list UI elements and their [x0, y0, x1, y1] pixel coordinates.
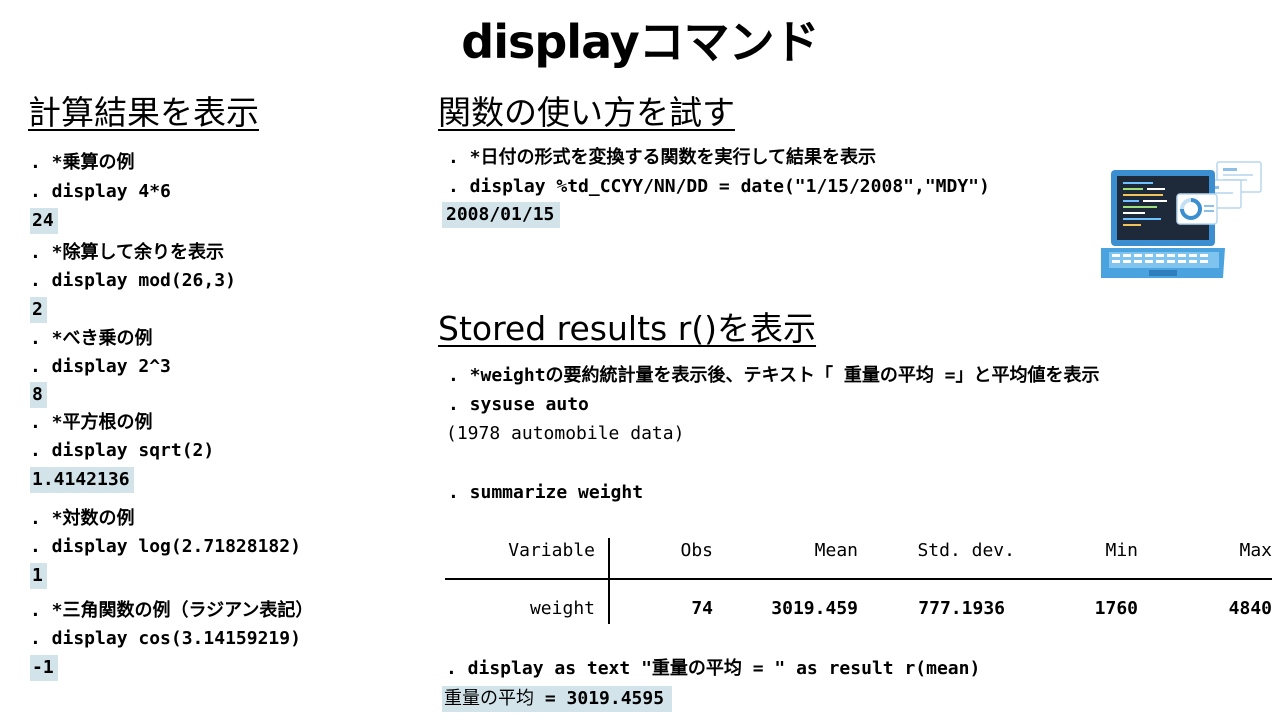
code-line: . *対数の例 [30, 508, 135, 529]
code-line: . *平方根の例 [30, 412, 153, 433]
code-line: . display %td_CCYY/NN/DD = date("1/15/20… [448, 176, 990, 197]
code-line: . display 4*6 [30, 181, 171, 202]
output-line: 2 [30, 297, 47, 323]
table-header: Min [1105, 540, 1138, 561]
output-line: 1 [30, 563, 47, 589]
code-line: . *weightの要約統計量を表示後、テキスト「 重量の平均 =」と平均値を表… [448, 365, 1100, 386]
code-line: . display mod(26,3) [30, 270, 236, 291]
page-title: displayコマンド [461, 15, 819, 69]
display-result-label: 重量の平均 [444, 688, 545, 709]
code-line: . display log(2.71828182) [30, 536, 301, 557]
code-line: . *除算して余りを表示 [30, 242, 224, 263]
code-line: . sysuse auto [448, 394, 589, 415]
code-line: . *べき乗の例 [30, 328, 153, 349]
table-cell: 777.1936 [918, 598, 1005, 619]
stored-section-heading: Stored results r()を表示 [438, 309, 817, 348]
table-cell: 1760 [1094, 598, 1138, 619]
code-line: . *日付の形式を変換する関数を実行して結果を表示 [448, 147, 876, 168]
summary-table: Variable Obs Mean Std. dev. Min Max weig… [445, 532, 1275, 628]
code-line: . display 2^3 [30, 356, 171, 377]
output-line: 1.4142136 [30, 467, 134, 493]
code-line: . display cos(3.14159219) [30, 628, 301, 649]
output-line: 24 [30, 208, 58, 234]
table-header: Max [1239, 540, 1272, 561]
table-divider [445, 578, 1272, 580]
sysuse-note: (1978 automobile data) [446, 423, 685, 444]
laptop-icon [1101, 161, 1262, 278]
table-divider [608, 538, 610, 624]
table-cell: 74 [691, 598, 713, 619]
output-line: 2008/01/15 [442, 202, 561, 228]
table-header: Variable [508, 540, 595, 561]
display-result: 重量の平均 = 3019.4595 [442, 686, 673, 712]
table-header: Obs [680, 540, 713, 561]
calc-section-heading: 計算結果を表示 [28, 93, 259, 132]
table-cell: 3019.459 [771, 598, 858, 619]
code-line: . *乗算の例 [30, 152, 135, 173]
code-line: . display sqrt(2) [30, 440, 215, 461]
table-header: Std. dev. [917, 540, 1015, 561]
code-line: . summarize weight [448, 482, 644, 503]
table-cell: 4840 [1228, 598, 1272, 619]
table-header: Mean [814, 540, 858, 561]
function-section-heading: 関数の使い方を試す [438, 93, 735, 132]
table-cell: weight [529, 598, 595, 619]
code-line: . *三角関数の例（ラジアン表記） [30, 600, 314, 621]
code-line: . display as text "重量の平均 = " as result r… [446, 658, 981, 679]
output-line: -1 [30, 655, 58, 681]
output-line: 8 [30, 382, 47, 408]
display-result-value: = 3019.4595 [544, 688, 665, 709]
